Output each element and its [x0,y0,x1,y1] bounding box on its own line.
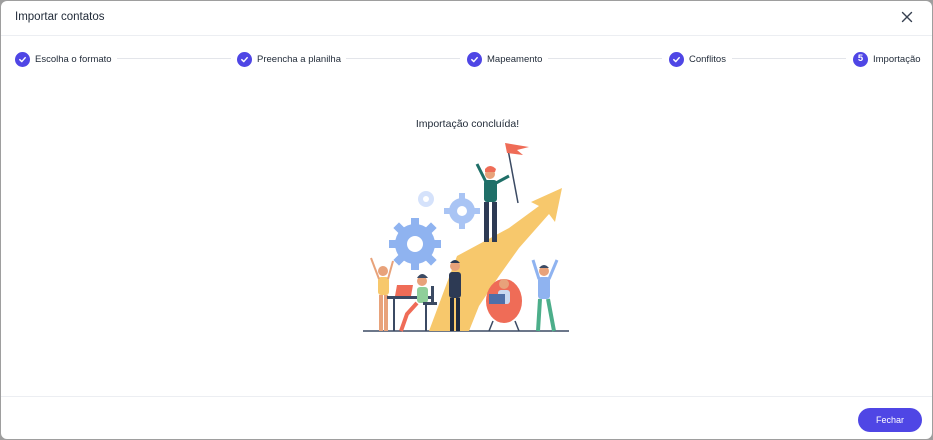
step-connector [346,58,460,59]
gear-icon [418,191,434,207]
step-label: Escolha o formato [35,53,112,65]
close-button[interactable]: Fechar [858,408,922,432]
close-icon[interactable] [899,9,915,25]
step-connector [548,58,662,59]
modal-footer: Fechar [1,396,932,439]
check-icon [669,51,684,67]
step-importacao: 5 Importação [853,49,921,69]
gear-icon [389,218,441,270]
step-connector [117,58,231,59]
import-complete-message: Importação concluída! [415,118,520,130]
step-mapeamento: Mapeamento [467,49,542,69]
team-success-illustration [363,143,569,332]
step-number: 5 [857,53,864,65]
step-label: Mapeamento [487,53,543,65]
step-label: Importação [873,53,921,65]
modal-title: Importar contatos [15,11,105,23]
check-icon [15,51,30,67]
step-connector [732,58,846,59]
gear-icon [444,193,480,229]
step-preencha-a-planilha: Preencha a planilha [237,49,341,69]
check-icon [467,51,482,67]
import-contacts-modal: Importar contatos Escolha o formato Pree… [1,1,932,439]
step-conflitos: Conflitos [669,49,726,69]
modal-header: Importar contatos [1,1,932,36]
step-label: Preencha a planilha [257,53,341,65]
step-escolha-o-formato: Escolha o formato [15,49,112,69]
step-number-badge: 5 [853,51,868,67]
step-label: Conflitos [689,53,726,65]
stepper: Escolha o formato Preencha a planilha Ma… [1,49,932,69]
check-icon [237,51,252,67]
